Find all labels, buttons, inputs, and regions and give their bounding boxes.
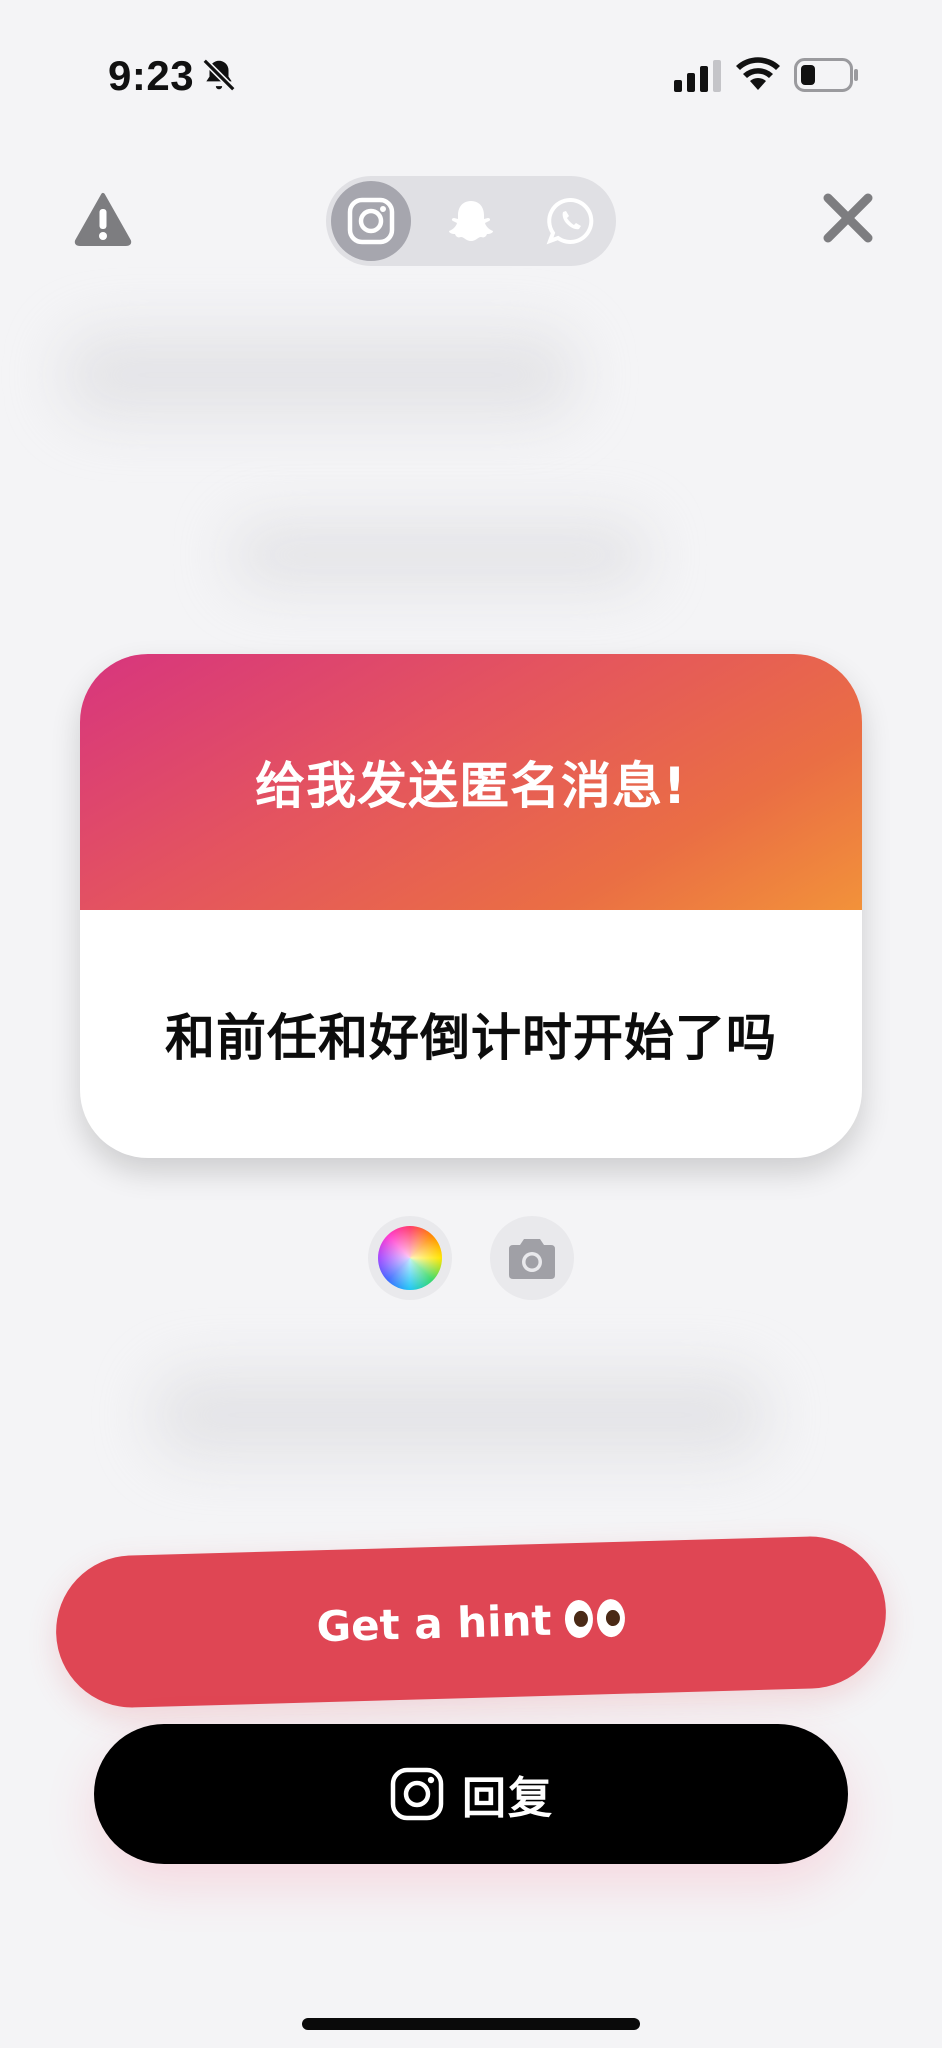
- bell-slash-icon: [202, 58, 236, 92]
- instagram-icon: [347, 197, 395, 245]
- close-icon[interactable]: [820, 190, 876, 246]
- platform-switcher: [326, 176, 616, 266]
- tab-whatsapp[interactable]: [531, 181, 611, 261]
- camera-button[interactable]: [490, 1216, 574, 1300]
- wifi-icon: [736, 57, 780, 90]
- warning-icon[interactable]: [74, 192, 132, 246]
- eyes-emoji-icon: [564, 1598, 626, 1639]
- background-blur: [150, 1370, 770, 1460]
- message-text: 和前任和好倒计时开始了吗: [165, 1009, 777, 1067]
- background-blur: [230, 520, 650, 590]
- cellular-signal-icon: [674, 60, 721, 92]
- snapchat-icon: [449, 201, 493, 241]
- card-header-text: 给我发送匿名消息!: [255, 757, 687, 815]
- background-blur: [60, 330, 580, 420]
- message-card: 给我发送匿名消息! 和前任和好倒计时开始了吗: [80, 654, 862, 1158]
- color-picker-button[interactable]: [368, 1216, 452, 1300]
- instagram-icon: [390, 1767, 444, 1821]
- tab-instagram[interactable]: [331, 181, 411, 261]
- home-indicator[interactable]: [302, 2018, 640, 2030]
- reply-button[interactable]: 回复: [94, 1724, 848, 1864]
- card-header: 给我发送匿名消息!: [80, 654, 862, 910]
- battery-icon: [794, 58, 858, 92]
- tab-snapchat[interactable]: [431, 181, 511, 261]
- reply-label: 回复: [462, 1773, 554, 1824]
- get-hint-button[interactable]: Get a hint: [54, 1534, 888, 1710]
- hint-label: Get a hint: [315, 1595, 553, 1651]
- color-wheel-icon: [378, 1226, 442, 1290]
- card-body: 和前任和好倒计时开始了吗: [80, 910, 862, 1158]
- status-bar: 9:23: [0, 0, 942, 150]
- status-time: 9:23: [108, 52, 195, 99]
- whatsapp-icon: [546, 197, 594, 245]
- camera-icon: [509, 1239, 555, 1279]
